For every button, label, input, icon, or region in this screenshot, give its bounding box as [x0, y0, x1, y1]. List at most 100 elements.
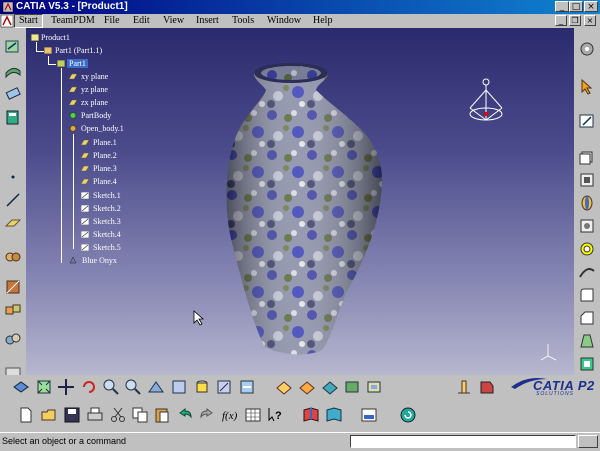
- groove-icon[interactable]: [578, 240, 596, 258]
- draft-icon[interactable]: [578, 332, 596, 350]
- catia-menu-icon[interactable]: [0, 14, 14, 28]
- print-icon[interactable]: [86, 406, 104, 424]
- mouse-cursor-icon: [193, 310, 205, 326]
- spiral-icon[interactable]: [399, 406, 417, 424]
- redo-icon[interactable]: [198, 406, 216, 424]
- pan-icon[interactable]: [57, 378, 75, 396]
- plane-icon: [81, 152, 89, 159]
- texture-icon[interactable]: [343, 378, 361, 396]
- menu-bar: Start TeamPDM File Edit View Insert Tool…: [0, 14, 600, 28]
- line-icon[interactable]: [4, 191, 22, 209]
- scene-icon[interactable]: [360, 406, 378, 424]
- tree-connector: [61, 68, 62, 263]
- zoom-in-icon[interactable]: [102, 378, 120, 396]
- material-icon: [69, 257, 77, 264]
- formula-icon[interactable]: f(x): [221, 406, 239, 424]
- menu-start[interactable]: Start: [14, 14, 43, 28]
- window-close-button[interactable]: ×: [584, 1, 598, 12]
- pocket-icon[interactable]: [578, 171, 596, 189]
- texture-map-icon[interactable]: [365, 378, 383, 396]
- tree-label-yz-plane: yz plane: [81, 85, 108, 94]
- document-close-button[interactable]: ×: [584, 15, 596, 26]
- tree-label-sketch-4: Sketch.4: [93, 230, 121, 239]
- paste-icon[interactable]: [153, 406, 171, 424]
- catia-app-icon[interactable]: [2, 1, 14, 13]
- catia-logo-subtitle: SOLUTIONS: [536, 391, 574, 397]
- eraser-icon[interactable]: [4, 84, 22, 102]
- help-icon[interactable]: ?: [266, 406, 284, 424]
- hole-icon[interactable]: [578, 217, 596, 235]
- menu-insert[interactable]: Insert: [196, 14, 219, 28]
- translate-icon[interactable]: [4, 330, 22, 348]
- normal-view-icon[interactable]: [147, 378, 165, 396]
- tree-label-part1-instance: Part1 (Part1.1): [55, 46, 103, 55]
- tree-connector: [48, 64, 56, 65]
- save-icon[interactable]: [63, 406, 81, 424]
- menu-edit[interactable]: Edit: [133, 14, 150, 28]
- command-input[interactable]: [350, 435, 576, 448]
- fill-icon[interactable]: [4, 278, 22, 296]
- shell-icon[interactable]: [578, 355, 596, 373]
- compass-icon[interactable]: [466, 78, 506, 130]
- new-document-icon[interactable]: [17, 406, 35, 424]
- document-minimize-button[interactable]: _: [555, 15, 567, 26]
- fit-all-icon[interactable]: [35, 378, 53, 396]
- sketcher-icon[interactable]: [4, 37, 22, 55]
- point-icon[interactable]: [4, 168, 22, 186]
- menu-view[interactable]: View: [163, 14, 184, 28]
- blend-icon[interactable]: [4, 301, 22, 319]
- swap-space-icon[interactable]: [238, 378, 256, 396]
- book-icon[interactable]: [4, 108, 22, 126]
- join-icon[interactable]: [4, 248, 22, 266]
- right-toolbar: [574, 28, 600, 375]
- chamfer-icon[interactable]: [578, 309, 596, 327]
- gear-icon[interactable]: [578, 40, 596, 58]
- render-icon[interactable]: [275, 378, 293, 396]
- copy-icon[interactable]: [131, 406, 149, 424]
- table-icon[interactable]: [244, 406, 262, 424]
- library-icon[interactable]: [325, 406, 343, 424]
- cut-icon[interactable]: [109, 406, 127, 424]
- zoom-out-icon[interactable]: [124, 378, 142, 396]
- menu-file[interactable]: File: [104, 14, 120, 28]
- catalog-icon[interactable]: [302, 406, 320, 424]
- product-icon: [31, 34, 39, 41]
- svg-text:f(x): f(x): [222, 410, 238, 422]
- tree-label-sketch-1: Sketch.1: [93, 191, 121, 200]
- shaft-icon[interactable]: [578, 194, 596, 212]
- menu-window[interactable]: Window: [267, 14, 301, 28]
- pad-icon[interactable]: [578, 148, 596, 166]
- menu-teampdm[interactable]: TeamPDM: [51, 14, 95, 28]
- inertia-icon[interactable]: [478, 378, 496, 396]
- edit-sketch-icon[interactable]: [578, 112, 596, 130]
- tree-label-zx-plane: zx plane: [81, 98, 108, 107]
- shading-icon[interactable]: [193, 378, 211, 396]
- tree-label-plane-2: Plane.2: [93, 151, 117, 160]
- sketch-icon: [81, 231, 89, 238]
- fly-mode-icon[interactable]: [12, 378, 30, 396]
- menu-tools[interactable]: Tools: [232, 14, 254, 28]
- tree-connector: [48, 56, 49, 64]
- document-restore-button[interactable]: ❐: [569, 15, 581, 26]
- tree-label-plane-1: Plane.1: [93, 138, 117, 147]
- select-arrow-icon[interactable]: [578, 78, 596, 96]
- command-button[interactable]: [578, 435, 598, 448]
- fillet-icon[interactable]: [578, 286, 596, 304]
- views-icon[interactable]: [170, 378, 188, 396]
- window-maximize-button[interactable]: □: [569, 1, 583, 12]
- undo-icon[interactable]: [176, 406, 194, 424]
- menu-help[interactable]: Help: [313, 14, 332, 28]
- window-minimize-button[interactable]: _: [555, 1, 569, 12]
- surface-icon[interactable]: [4, 61, 22, 79]
- hide-show-icon[interactable]: [215, 378, 233, 396]
- rotate-icon[interactable]: [80, 378, 98, 396]
- open-folder-icon[interactable]: [40, 406, 58, 424]
- plane-tool-icon[interactable]: [4, 214, 22, 232]
- rib-icon[interactable]: [578, 263, 596, 281]
- tree-connector: [36, 51, 44, 52]
- measure-icon[interactable]: [455, 378, 473, 396]
- material-library-icon[interactable]: [321, 378, 339, 396]
- shading-edges-icon[interactable]: [298, 378, 316, 396]
- plane-icon: [81, 139, 89, 146]
- 3d-viewport[interactable]: Product1 Part1 (Part1.1) Part1 xy plane …: [26, 28, 574, 375]
